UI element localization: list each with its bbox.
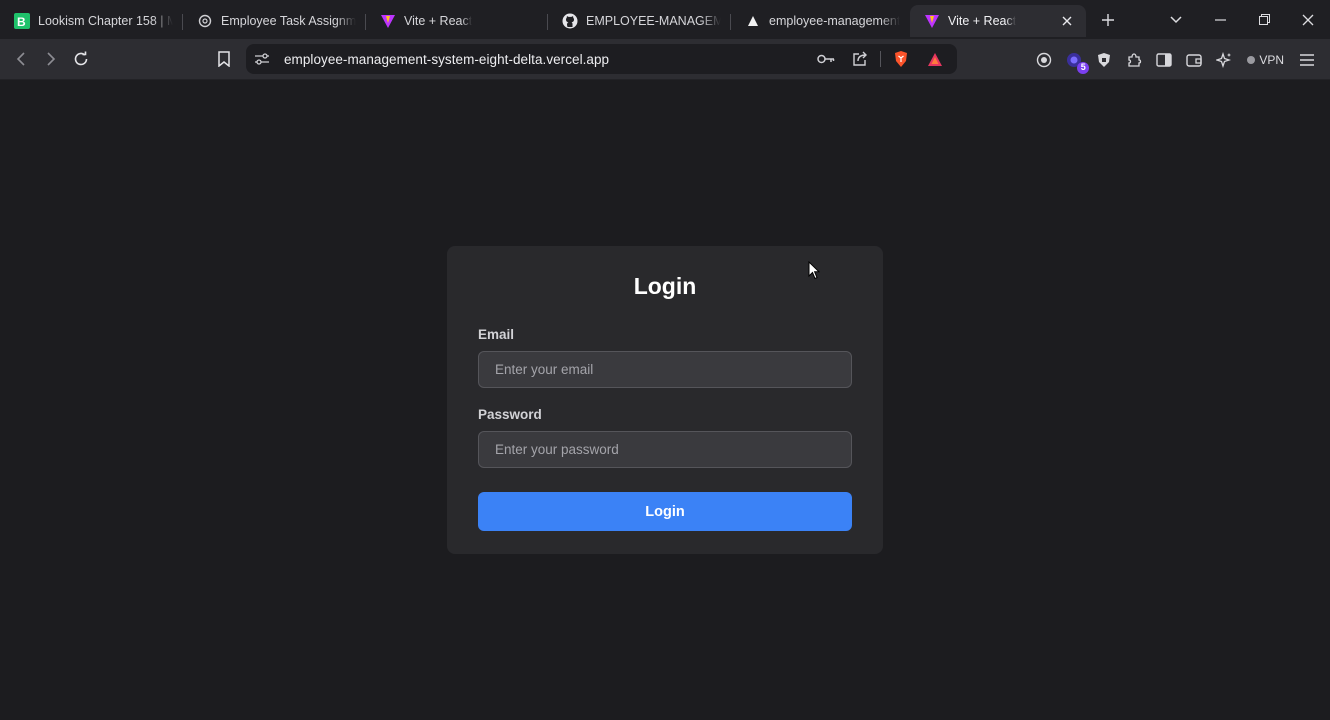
tab-title: Vite + React <box>404 13 473 28</box>
minimize-icon[interactable] <box>1198 0 1242 39</box>
mouse-cursor-icon <box>808 260 821 285</box>
tab-vercel[interactable]: employee-management-s <box>731 5 910 37</box>
tab-employee-task[interactable]: Employee Task Assignmen <box>183 5 366 37</box>
page-viewport: Login Email Password Login <box>0 80 1330 720</box>
restore-icon[interactable] <box>1242 0 1286 39</box>
close-window-icon[interactable] <box>1286 0 1330 39</box>
tab-lookism[interactable]: B Lookism Chapter 158 | Ma <box>0 5 183 37</box>
forward-icon[interactable] <box>36 44 66 74</box>
brave-rewards-icon[interactable] <box>921 45 949 73</box>
vpn-label: VPN <box>1259 52 1284 67</box>
vpn-status-dot <box>1247 55 1256 64</box>
email-label: Email <box>478 327 515 342</box>
browser-toolbar: employee-management-system-eight-delta.v… <box>0 39 1330 80</box>
email-field[interactable] <box>478 351 852 388</box>
tab-vite-react-active[interactable]: Vite + React <box>910 4 1086 37</box>
tab-github[interactable]: EMPLOYEE-MANAGEMEN <box>548 5 731 37</box>
vpn-button[interactable]: VPN <box>1241 49 1290 71</box>
github-icon <box>562 13 578 29</box>
tab-title: Employee Task Assignmen <box>221 13 356 28</box>
tab-title: employee-management-s <box>769 13 900 28</box>
divider <box>880 51 881 67</box>
tab-strip: B Lookism Chapter 158 | Ma Employee Task… <box>0 0 1330 39</box>
brave-shields-icon[interactable] <box>887 45 915 73</box>
shield-icon[interactable] <box>1091 47 1117 73</box>
menu-icon[interactable] <box>1294 47 1320 73</box>
tab-title: EMPLOYEE-MANAGEMEN <box>586 13 721 28</box>
reload-icon[interactable] <box>66 44 96 74</box>
extensions-area: 5 VPN <box>1031 39 1320 80</box>
tab-search-chevron-icon[interactable] <box>1154 0 1198 39</box>
tab-title: Lookism Chapter 158 | Ma <box>38 13 173 28</box>
leo-ai-icon[interactable] <box>1211 47 1237 73</box>
vite-icon <box>924 13 940 29</box>
b-logo-icon: B <box>14 12 30 29</box>
record-icon[interactable] <box>1031 47 1057 73</box>
tab-title: Vite + React <box>948 13 1017 28</box>
sidebar-toggle-icon[interactable] <box>1151 47 1177 73</box>
vercel-icon <box>745 13 761 29</box>
extensions-puzzle-icon[interactable] <box>1121 47 1147 73</box>
login-card: Login Email Password Login <box>447 246 883 554</box>
tab-vite-react-1[interactable]: Vite + React <box>366 5 548 37</box>
wallet-icon[interactable] <box>1181 47 1207 73</box>
svg-text:B: B <box>17 15 26 29</box>
window-controls <box>1154 0 1330 39</box>
new-tab-icon[interactable] <box>1092 4 1124 36</box>
close-tab-icon[interactable] <box>1058 12 1076 30</box>
extension-badge: 5 <box>1077 61 1090 74</box>
site-settings-icon[interactable] <box>248 45 276 73</box>
url-text[interactable]: employee-management-system-eight-delta.v… <box>284 52 609 67</box>
key-icon[interactable] <box>812 45 840 73</box>
extension-puzzle-badge-icon[interactable]: 5 <box>1061 47 1090 74</box>
vite-icon <box>380 13 396 29</box>
login-button[interactable]: Login <box>478 492 852 531</box>
password-label: Password <box>478 407 542 422</box>
share-icon[interactable] <box>846 45 874 73</box>
address-bar[interactable]: employee-management-system-eight-delta.v… <box>246 44 957 74</box>
back-icon[interactable] <box>6 44 36 74</box>
bookmark-icon[interactable] <box>209 44 239 74</box>
openai-icon <box>197 13 213 29</box>
password-field[interactable] <box>478 431 852 468</box>
